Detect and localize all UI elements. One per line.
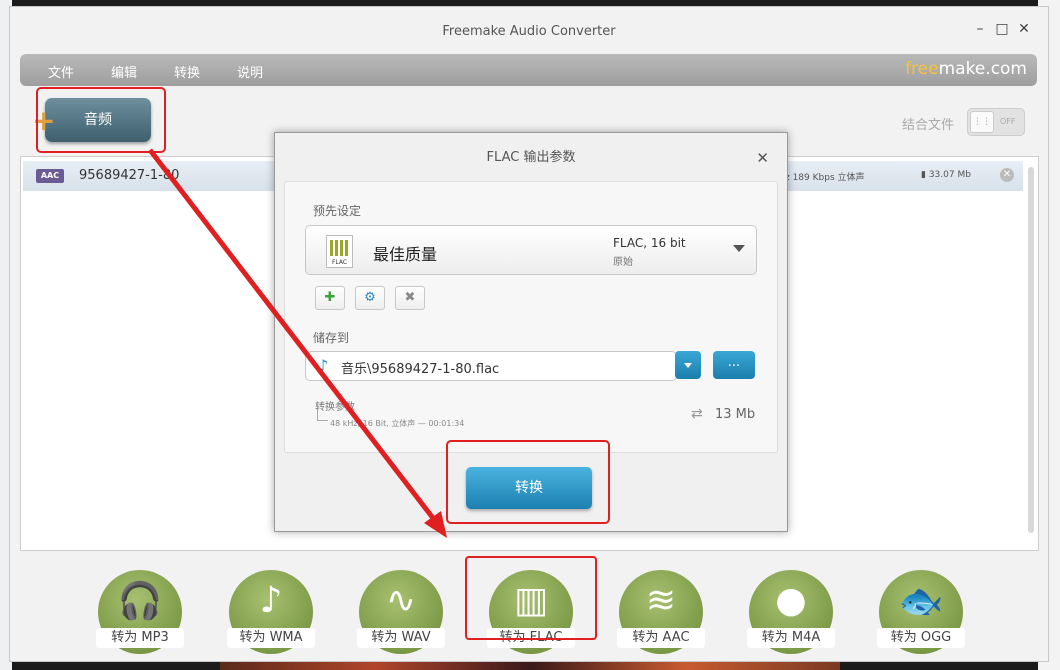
gear-icon: ⚙ bbox=[364, 290, 376, 305]
add-preset-button[interactable]: ✚ bbox=[315, 286, 345, 310]
file-name: 95689427-1-80 bbox=[79, 168, 180, 183]
aac-format-icon: AAC bbox=[36, 169, 64, 183]
apple-icon: ● bbox=[775, 580, 807, 621]
convert-wma-button[interactable]: ♪ 转为 WMA bbox=[227, 570, 315, 654]
output-size: 13 Mb bbox=[715, 407, 756, 422]
dialog-title: FLAC 输出参数 bbox=[486, 150, 576, 165]
flac-file-icon-text: FLAC bbox=[331, 259, 348, 266]
music-note-icon: ♪ bbox=[318, 356, 329, 375]
convert-m4a-button[interactable]: ● 转为 M4A bbox=[747, 570, 835, 654]
chevron-down-icon bbox=[733, 245, 745, 252]
convert-mp3-label: 转为 MP3 bbox=[96, 628, 184, 648]
file-info: z 189 Kbps 立体声 bbox=[785, 173, 865, 183]
brand-logo[interactable]: freemake.com bbox=[905, 59, 1027, 79]
menu-bar: 文件 编辑 转换 说明 freemake.com bbox=[20, 54, 1037, 86]
maximize-button[interactable]: □ bbox=[992, 21, 1012, 37]
chevron-down-icon bbox=[684, 363, 692, 368]
dialog-panel: 预先设定 FLAC 最佳质量 FLAC, 16 bit 原始 ✚ ⚙ ✖ 储存到… bbox=[284, 181, 778, 453]
flac-file-icon: FLAC bbox=[326, 235, 353, 268]
convert-ogg-button[interactable]: 🐟 转为 OGG bbox=[877, 570, 965, 654]
convert-m4a-label: 转为 M4A bbox=[747, 628, 835, 648]
fish-icon: 🐟 bbox=[898, 581, 944, 622]
convert-wav-button[interactable]: ∿ 转为 WAV bbox=[357, 570, 445, 654]
file-size-text: 33.07 Mb bbox=[928, 170, 971, 180]
file-size-icon: ⇄ bbox=[691, 406, 703, 422]
preset-format: FLAC, 16 bit bbox=[613, 236, 686, 250]
close-button[interactable]: ✕ bbox=[1014, 21, 1034, 37]
convert-aac-button[interactable]: ≋ 转为 AAC bbox=[617, 570, 705, 654]
convert-mp3-button[interactable]: 🎧 转为 MP3 bbox=[96, 570, 184, 654]
menu-file[interactable]: 文件 bbox=[48, 62, 74, 81]
convert-wma-label: 转为 WMA bbox=[227, 628, 315, 648]
waveform-icon: ∿ bbox=[385, 580, 417, 621]
preset-name: 最佳质量 bbox=[373, 245, 438, 264]
menu-help[interactable]: 说明 bbox=[237, 62, 263, 81]
delete-preset-button[interactable]: ✖ bbox=[395, 286, 425, 310]
scrollbar[interactable] bbox=[1028, 161, 1034, 541]
scrollbar-thumb[interactable] bbox=[1028, 167, 1034, 533]
annotation-box-flac bbox=[465, 556, 597, 640]
minimize-button[interactable]: – bbox=[970, 21, 990, 37]
aac-wave-icon: ≋ bbox=[645, 580, 677, 621]
preset-label: 预先设定 bbox=[313, 204, 362, 218]
menu-edit[interactable]: 编辑 bbox=[111, 62, 137, 81]
plus-icon: ✚ bbox=[324, 290, 336, 305]
brand-make: make.com bbox=[938, 59, 1027, 79]
convert-wav-label: 转为 WAV bbox=[357, 628, 445, 648]
remove-file-icon[interactable]: ✕ bbox=[1000, 168, 1014, 182]
menu-convert[interactable]: 转换 bbox=[174, 62, 200, 81]
dialog-close-icon[interactable]: ✕ bbox=[756, 149, 769, 167]
title-bar: Freemake Audio Converter – □ ✕ bbox=[10, 7, 1048, 47]
file-size: ▮ 33.07 Mb bbox=[921, 170, 971, 180]
path-dropdown-button[interactable] bbox=[675, 351, 701, 379]
save-path-text: 音乐\95689427-1-80.flac bbox=[341, 362, 500, 377]
save-to-label: 储存到 bbox=[313, 331, 350, 345]
headphones-icon: 🎧 bbox=[117, 581, 163, 622]
preset-subtitle: 原始 bbox=[613, 257, 633, 268]
tree-line bbox=[317, 410, 328, 421]
convert-ogg-label: 转为 OGG bbox=[877, 628, 965, 648]
close-icon: ✖ bbox=[404, 290, 416, 305]
save-path-field[interactable]: ♪ 音乐\95689427-1-80.flac bbox=[305, 351, 677, 381]
edit-preset-button[interactable]: ⚙ bbox=[355, 286, 385, 310]
convert-aac-label: 转为 AAC bbox=[617, 628, 705, 648]
brand-free: free bbox=[905, 59, 939, 79]
merge-files-label: 结合文件 bbox=[902, 118, 955, 133]
conversion-params-value: 48 kHz, 16 Bit, 立体声 — 00:01:34 bbox=[330, 419, 465, 428]
toggle-knob-icon: ⋮⋮ bbox=[970, 111, 994, 133]
preset-dropdown[interactable]: FLAC 最佳质量 FLAC, 16 bit 原始 bbox=[305, 225, 757, 275]
merge-toggle[interactable]: ⋮⋮ OFF bbox=[967, 108, 1025, 136]
window-title: Freemake Audio Converter bbox=[442, 24, 616, 39]
windows-media-icon: ♪ bbox=[259, 580, 283, 621]
toggle-state: OFF bbox=[1000, 117, 1016, 126]
browse-button[interactable]: ... bbox=[713, 351, 755, 379]
annotation-box bbox=[36, 87, 166, 153]
annotation-box-convert bbox=[446, 440, 610, 524]
